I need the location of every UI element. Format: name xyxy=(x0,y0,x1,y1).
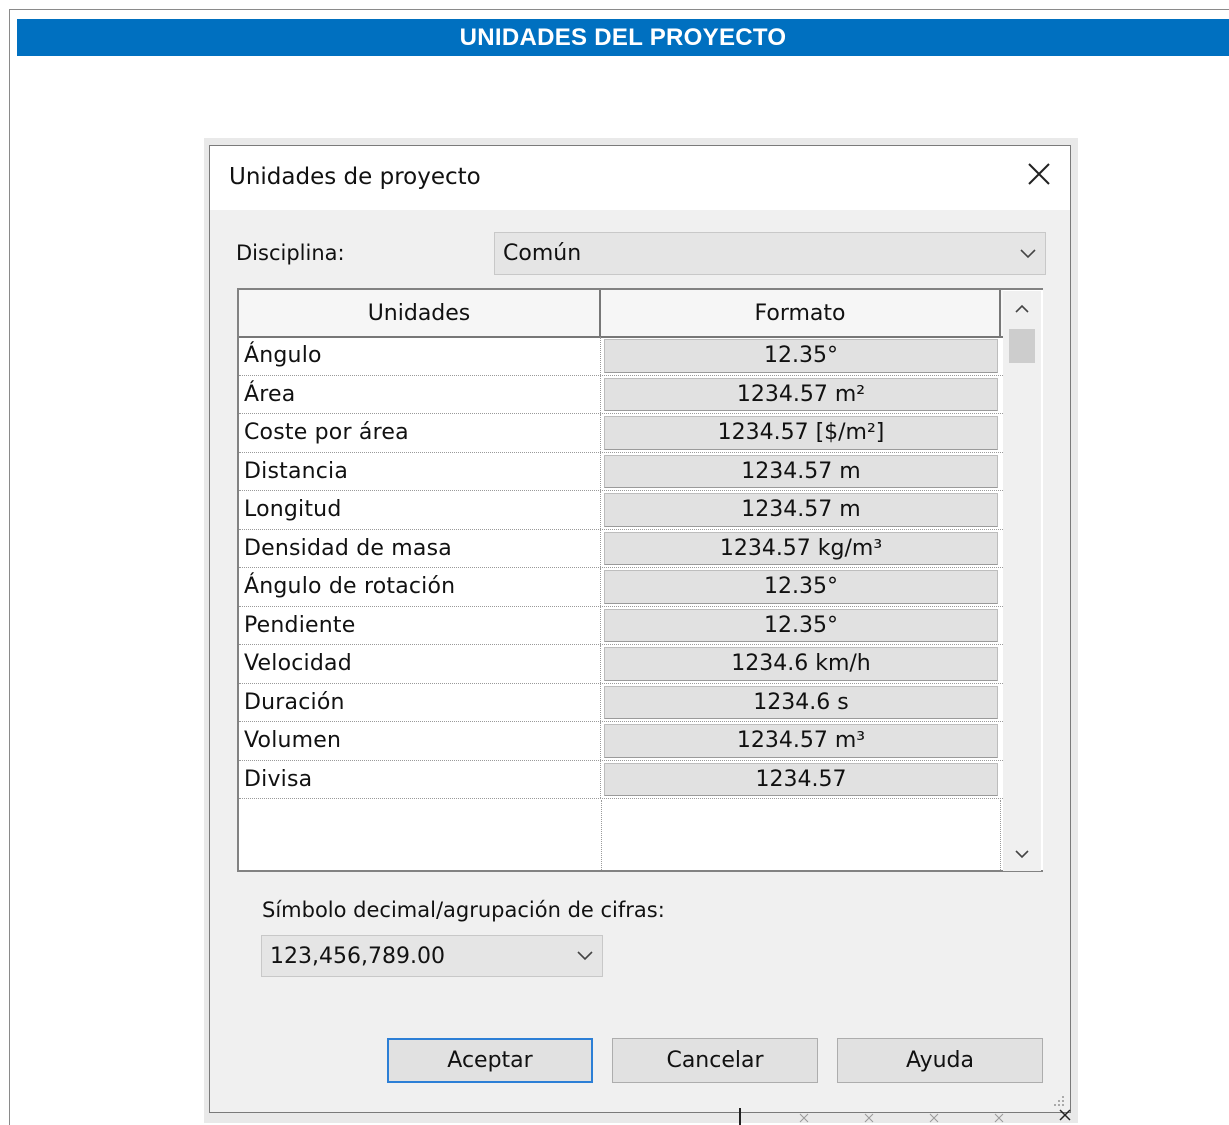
format-button[interactable]: 1234.57 kg/m³ xyxy=(604,531,998,565)
unit-name: Longitud xyxy=(239,491,601,529)
grid-empty-area xyxy=(239,800,1003,870)
unit-name: Distancia xyxy=(239,452,601,490)
unit-name: Ángulo de rotación xyxy=(239,568,601,606)
table-row[interactable]: Coste por área 1234.57 [$/m²] xyxy=(239,414,1003,453)
format-button[interactable]: 1234.57 [$/m²] xyxy=(604,416,998,450)
unit-name: Densidad de masa xyxy=(239,529,601,567)
table-row[interactable]: Ángulo de rotación 12.35° xyxy=(239,568,1003,607)
format-column-header[interactable]: Formato xyxy=(601,290,1001,336)
format-button[interactable]: 1234.57 m² xyxy=(604,377,998,411)
format-button[interactable]: 1234.57 m xyxy=(604,454,998,488)
unit-name: Ángulo xyxy=(239,337,601,375)
table-row[interactable]: Longitud 1234.57 m xyxy=(239,491,1003,530)
page-banner: UNIDADES DEL PROYECTO xyxy=(17,19,1229,56)
close-icon xyxy=(1028,163,1050,185)
format-button[interactable]: 12.35° xyxy=(604,608,998,642)
scroll-down-button[interactable] xyxy=(1003,837,1041,871)
grid-scrollbar[interactable] xyxy=(1003,291,1041,871)
unit-name: Velocidad xyxy=(239,645,601,683)
grid-header: Unidades Formato xyxy=(239,290,1003,338)
help-button[interactable]: Ayuda xyxy=(837,1038,1043,1083)
banner-title: UNIDADES DEL PROYECTO xyxy=(459,23,787,51)
scroll-thumb[interactable] xyxy=(1009,329,1035,363)
table-row[interactable]: Volumen 1234.57 m³ xyxy=(239,722,1003,761)
unit-name: Volumen xyxy=(239,722,601,760)
format-button[interactable]: 1234.6 km/h xyxy=(604,647,998,681)
scroll-up-button[interactable] xyxy=(1003,291,1041,325)
units-column-header[interactable]: Unidades xyxy=(239,290,601,336)
table-row[interactable]: Duración 1234.6 s xyxy=(239,683,1003,722)
chevron-up-icon xyxy=(1015,304,1029,313)
unit-name: Duración xyxy=(239,683,601,721)
unit-name: Pendiente xyxy=(239,606,601,644)
table-row[interactable]: Densidad de masa 1234.57 kg/m³ xyxy=(239,529,1003,568)
background-marks xyxy=(739,1108,1071,1125)
format-button[interactable]: 1234.57 m xyxy=(604,493,998,527)
project-units-dialog: Unidades de proyecto Disciplina: Común U… xyxy=(209,145,1071,1113)
table-row[interactable]: Velocidad 1234.6 km/h xyxy=(239,645,1003,684)
discipline-label: Disciplina: xyxy=(236,241,345,265)
format-button[interactable]: 1234.57 xyxy=(604,762,998,796)
format-button[interactable]: 12.35° xyxy=(604,339,998,373)
unit-name: Área xyxy=(239,375,601,413)
table-row[interactable]: Divisa 1234.57 xyxy=(239,760,1003,799)
unit-name: Divisa xyxy=(239,760,601,798)
dialog-title: Unidades de proyecto xyxy=(229,164,481,190)
close-button[interactable] xyxy=(1016,152,1062,196)
table-row[interactable]: Área 1234.57 m² xyxy=(239,375,1003,414)
units-grid: Unidades Formato Ángulo 12.35° Área 1234… xyxy=(237,288,1043,872)
decimal-symbol-value: 123,456,789.00 xyxy=(270,943,445,969)
discipline-select[interactable]: Común xyxy=(494,232,1046,275)
format-button[interactable]: 1234.57 m³ xyxy=(604,724,998,758)
table-row[interactable]: Ángulo 12.35° xyxy=(239,337,1003,376)
grid-rows: Ángulo 12.35° Área 1234.57 m² Coste por … xyxy=(239,337,1003,799)
discipline-value: Común xyxy=(503,241,582,266)
decimal-symbol-label: Símbolo decimal/agrupación de cifras: xyxy=(262,898,665,922)
chevron-down-icon xyxy=(1011,233,1045,274)
decimal-symbol-select[interactable]: 123,456,789.00 xyxy=(261,935,603,977)
unit-name: Coste por área xyxy=(239,414,601,452)
dialog-titlebar: Unidades de proyecto xyxy=(210,146,1070,210)
ok-button[interactable]: Aceptar xyxy=(387,1038,593,1083)
chevron-down-icon xyxy=(568,936,602,976)
table-row[interactable]: Pendiente 12.35° xyxy=(239,606,1003,645)
chevron-down-icon xyxy=(1015,849,1029,858)
cancel-button[interactable]: Cancelar xyxy=(612,1038,818,1083)
table-row[interactable]: Distancia 1234.57 m xyxy=(239,452,1003,491)
format-button[interactable]: 1234.6 s xyxy=(604,685,998,719)
resize-grip-icon[interactable] xyxy=(1052,1094,1066,1108)
format-button[interactable]: 12.35° xyxy=(604,570,998,604)
